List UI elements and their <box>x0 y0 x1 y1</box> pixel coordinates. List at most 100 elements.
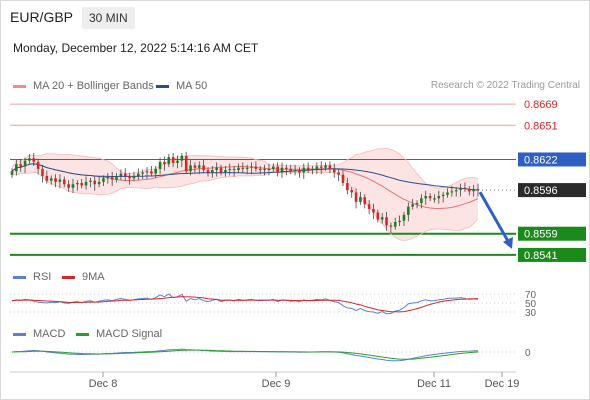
candle-body <box>193 165 197 168</box>
candle-body <box>71 184 75 188</box>
candle-body <box>446 192 449 195</box>
candle-body <box>450 191 454 193</box>
candle-body <box>407 206 410 215</box>
candle-body <box>332 168 336 173</box>
x-tick-label: Dec 19 <box>485 378 520 390</box>
candle-body <box>298 170 301 173</box>
x-tick-label: Dec 9 <box>262 378 291 390</box>
candle-body <box>76 183 79 185</box>
candle-body <box>93 180 97 185</box>
candle-body <box>241 167 245 169</box>
candle-body <box>41 168 44 176</box>
candle-body <box>289 168 293 172</box>
candle-body <box>184 155 188 172</box>
candle-body <box>467 188 471 192</box>
candle-body <box>398 220 401 222</box>
candle-body <box>136 173 140 176</box>
candle-body <box>263 168 266 171</box>
candle-body <box>150 171 153 174</box>
chart-canvas: 0.86690.86510.86220.85960.85590.85417050… <box>10 99 586 390</box>
candle-body <box>267 168 271 171</box>
candle-body <box>306 167 310 171</box>
candle-body <box>315 166 319 169</box>
candle-body <box>463 187 467 189</box>
candle-body <box>32 158 36 162</box>
candle-body <box>58 179 62 182</box>
level-label-5: 0.8541 <box>524 250 558 262</box>
candle-body <box>180 155 184 161</box>
candle-body <box>28 158 31 161</box>
candle-body <box>10 171 14 175</box>
candle-body <box>89 180 92 182</box>
candle-body <box>441 194 445 197</box>
candle-body <box>311 168 314 171</box>
candle-body <box>250 166 253 168</box>
candle-body <box>106 177 110 179</box>
candle-body <box>476 188 480 191</box>
candle-body <box>337 172 340 175</box>
candle-body <box>19 164 23 167</box>
level-label-0: 0.8669 <box>524 99 558 111</box>
candle-body <box>385 217 388 226</box>
candle-body <box>359 197 362 202</box>
candle-body <box>402 214 406 221</box>
candle-body <box>258 168 262 171</box>
candle-body <box>67 184 70 188</box>
candle-body <box>433 198 436 200</box>
rsi-tick-label: 30 <box>525 308 537 319</box>
candle-body <box>141 172 144 174</box>
candle-body <box>119 173 123 176</box>
level-label-3: 0.8596 <box>524 185 558 197</box>
candle-body <box>420 198 423 204</box>
candle-body <box>211 170 214 173</box>
candle-body <box>428 196 432 199</box>
candle-body <box>84 181 88 186</box>
candle-body <box>245 167 249 169</box>
candle-body <box>393 221 397 227</box>
candle-body <box>319 166 323 168</box>
candle-body <box>415 203 419 205</box>
candle <box>184 151 188 175</box>
candle-body <box>154 168 158 174</box>
candle-body <box>215 167 218 171</box>
candle-body <box>376 212 380 220</box>
candle-body <box>206 170 210 173</box>
candle-body <box>62 179 66 185</box>
candle-body <box>280 167 284 173</box>
candle-body <box>459 187 462 191</box>
candle-body <box>224 170 227 173</box>
x-tick-label: Dec 11 <box>417 378 451 390</box>
candle-body <box>324 165 327 168</box>
candle-body <box>45 175 49 181</box>
candle-body <box>80 183 83 186</box>
candle-body <box>97 181 101 185</box>
candle-body <box>163 161 166 165</box>
candle-body <box>202 165 205 171</box>
candle-body <box>454 190 458 192</box>
candle-body <box>380 217 384 220</box>
level-label-1: 0.8651 <box>524 120 558 132</box>
candle-body <box>367 204 371 209</box>
candle-body <box>49 178 53 181</box>
candle-body <box>354 192 358 202</box>
x-tick-label: Dec 8 <box>89 378 118 390</box>
candle-body <box>219 167 223 173</box>
candle-body <box>272 166 275 169</box>
candle-body <box>158 161 162 169</box>
candle-body <box>176 160 179 163</box>
candle-body <box>411 204 414 207</box>
candle-body <box>228 168 232 171</box>
candle-body <box>437 196 441 199</box>
candle <box>280 162 284 178</box>
candle-body <box>167 157 171 165</box>
candle-body <box>363 197 367 205</box>
candle-body <box>346 183 349 191</box>
candle-body <box>36 161 40 169</box>
candle-body <box>254 166 258 169</box>
candle-body <box>285 167 288 169</box>
candle-body <box>115 175 118 180</box>
candle-body <box>232 168 236 171</box>
forecast-arrow-shaft <box>478 191 511 244</box>
candle-body <box>110 177 114 180</box>
level-label-2: 0.8622 <box>524 154 558 166</box>
